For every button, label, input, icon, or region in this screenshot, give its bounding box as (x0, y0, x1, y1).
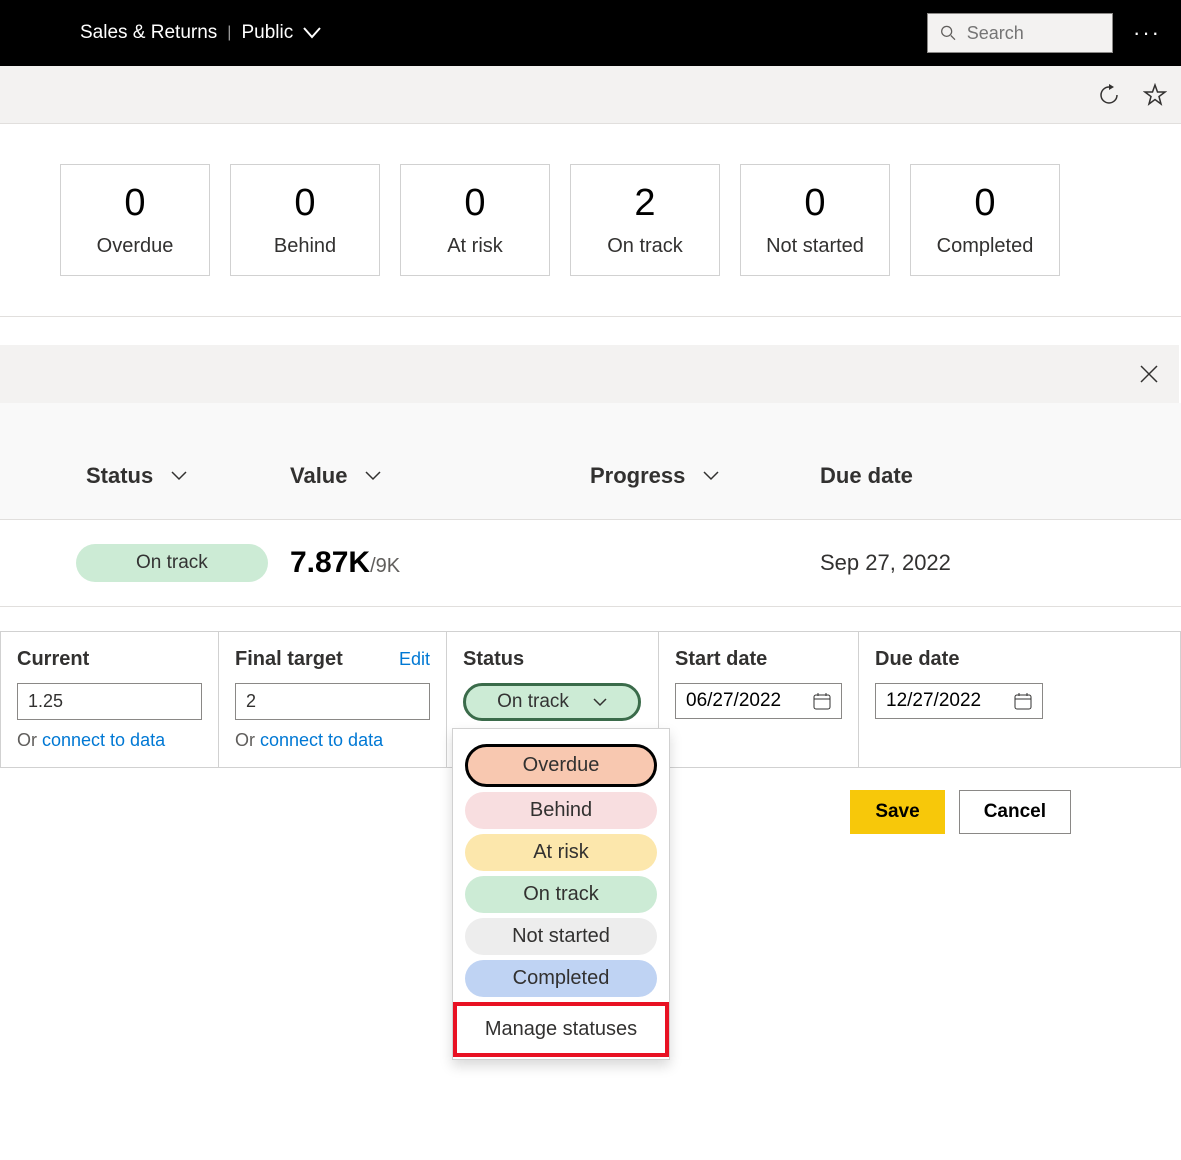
card-count: 0 (294, 182, 315, 225)
status-card-behind[interactable]: 0 Behind (230, 164, 380, 276)
status-option-notstarted[interactable]: Not started (465, 918, 657, 955)
column-headers: Status Value Progress Due date (0, 403, 1181, 519)
chevron-down-icon (303, 27, 321, 39)
or-connect: Or connect to data (235, 730, 430, 751)
status-label: Status (463, 648, 642, 671)
card-label: Completed (937, 235, 1034, 258)
status-card-ontrack[interactable]: 2 On track (570, 164, 720, 276)
card-label: Overdue (97, 235, 174, 258)
card-count: 0 (464, 182, 485, 225)
search-input[interactable] (927, 13, 1113, 53)
status-option-atrisk[interactable]: At risk (465, 834, 657, 871)
due-date-input[interactable] (875, 683, 1043, 719)
status-card-atrisk[interactable]: 0 At risk (400, 164, 550, 276)
connect-data-link[interactable]: connect to data (42, 730, 165, 750)
refresh-icon[interactable] (1097, 83, 1121, 107)
star-icon[interactable] (1143, 83, 1167, 107)
chevron-down-icon (365, 471, 381, 481)
card-count: 2 (634, 182, 655, 225)
top-bar: Sales & Returns | Public ··· (0, 0, 1181, 66)
edit-link[interactable]: Edit (399, 649, 430, 670)
card-count: 0 (974, 182, 995, 225)
chevron-down-icon (593, 698, 607, 707)
current-input[interactable] (17, 683, 202, 720)
or-connect: Or connect to data (17, 730, 202, 751)
connect-data-link[interactable]: connect to data (260, 730, 383, 750)
panel-header (0, 345, 1179, 403)
status-cards-row: 0 Overdue 0 Behind 0 At risk 2 On track … (0, 124, 1181, 317)
calendar-icon[interactable] (1014, 692, 1032, 710)
due-label: Due date (875, 648, 1043, 671)
search-icon (940, 23, 957, 43)
status-card-notstarted[interactable]: 0 Not started (740, 164, 890, 276)
status-field-group: Status On track Overdue Behind At risk O… (447, 632, 659, 767)
value-cell: 7.87K/9K (290, 546, 590, 580)
status-pill: On track (76, 544, 268, 582)
edit-form: Current Or connect to data Final target … (0, 631, 1181, 768)
more-icon[interactable]: ··· (1133, 20, 1161, 46)
visibility-dropdown[interactable]: Public (241, 22, 321, 44)
card-count: 0 (124, 182, 145, 225)
due-cell: Sep 27, 2022 (820, 550, 1020, 576)
toolbar (0, 66, 1181, 124)
status-dropdown[interactable]: On track (463, 683, 641, 721)
status-option-overdue[interactable]: Overdue (465, 744, 657, 787)
header-progress[interactable]: Progress (590, 463, 820, 489)
cancel-button[interactable]: Cancel (959, 790, 1071, 834)
current-field-group: Current Or connect to data (1, 632, 219, 767)
status-option-completed[interactable]: Completed (465, 960, 657, 997)
status-option-ontrack[interactable]: On track (465, 876, 657, 913)
due-date-group: Due date (859, 632, 1059, 767)
workspace-breadcrumb[interactable]: Sales & Returns | Public (80, 22, 321, 44)
status-option-behind[interactable]: Behind (465, 792, 657, 829)
start-label: Start date (675, 648, 842, 671)
manage-statuses-link[interactable]: Manage statuses (453, 1002, 669, 1057)
current-label: Current (17, 648, 202, 671)
final-input[interactable] (235, 683, 430, 720)
workspace-name: Sales & Returns (80, 22, 217, 44)
header-status[interactable]: Status (0, 463, 290, 489)
final-field-group: Final target Edit Or connect to data (219, 632, 447, 767)
start-date-group: Start date (659, 632, 859, 767)
card-label: On track (607, 235, 683, 258)
chevron-down-icon (703, 471, 719, 481)
save-button[interactable]: Save (850, 790, 944, 834)
search-field[interactable] (967, 23, 1100, 44)
close-icon[interactable] (1139, 364, 1159, 384)
final-label: Final target Edit (235, 648, 430, 671)
status-card-overdue[interactable]: 0 Overdue (60, 164, 210, 276)
status-card-completed[interactable]: 0 Completed (910, 164, 1060, 276)
breadcrumb-divider: | (227, 24, 231, 42)
header-value[interactable]: Value (290, 463, 590, 489)
card-label: At risk (447, 235, 503, 258)
visibility-label: Public (241, 22, 293, 44)
calendar-icon[interactable] (813, 692, 831, 710)
card-count: 0 (804, 182, 825, 225)
status-menu: Overdue Behind At risk On track Not star… (452, 728, 670, 1060)
card-label: Not started (766, 235, 864, 258)
goal-row[interactable]: On track 7.87K/9K Sep 27, 2022 (0, 519, 1181, 607)
header-due: Due date (820, 463, 1020, 489)
start-date-input[interactable] (675, 683, 842, 719)
card-label: Behind (274, 235, 336, 258)
chevron-down-icon (171, 471, 187, 481)
